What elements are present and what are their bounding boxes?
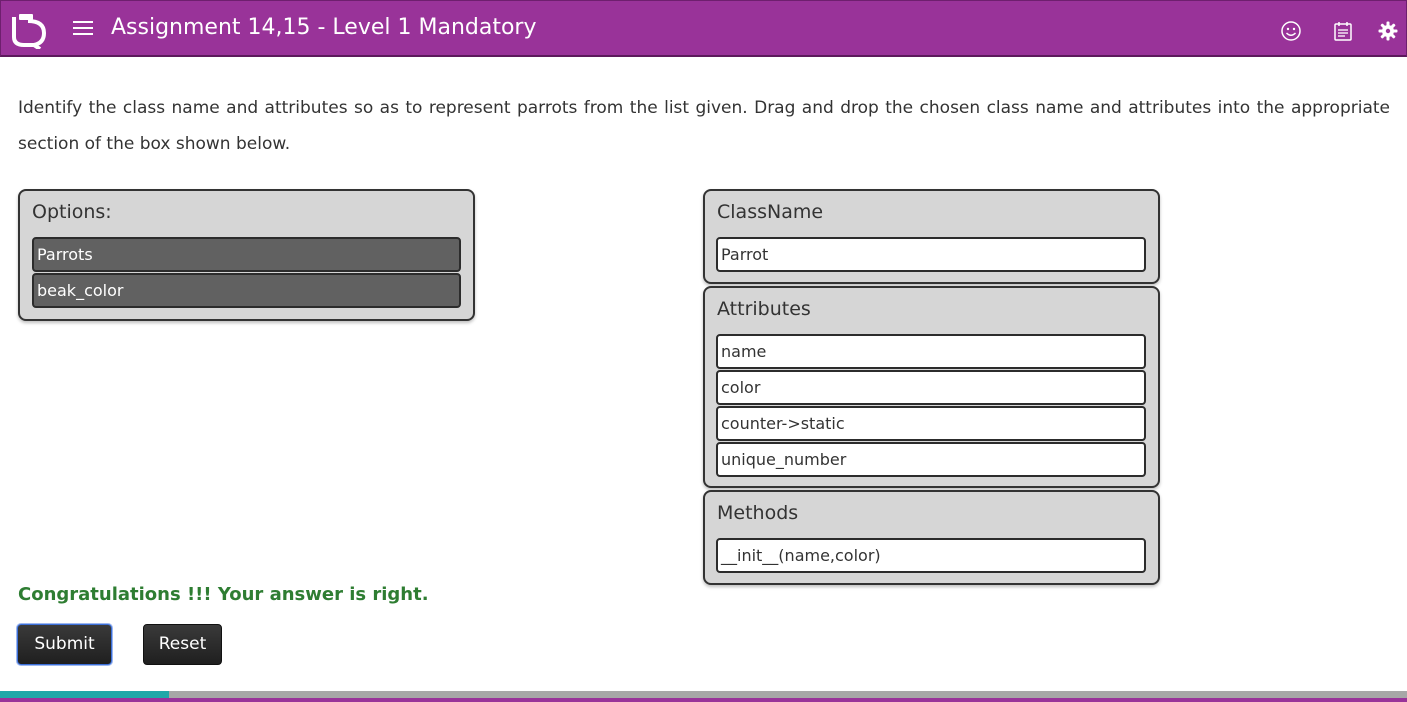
progress-fill	[0, 691, 169, 698]
methods-panel: Methods __init__(name,color)	[703, 490, 1160, 585]
feedback-message: Congratulations !!! Your answer is right…	[18, 584, 429, 605]
menu-icon[interactable]	[73, 21, 93, 37]
method-slot[interactable]: __init__(name,color)	[716, 538, 1146, 573]
attributes-title: Attributes	[717, 298, 811, 320]
submit-button[interactable]: Submit	[17, 624, 112, 665]
options-panel: Options: Parrots beak_color	[18, 189, 475, 321]
methods-title: Methods	[717, 502, 799, 524]
logo-icon[interactable]	[10, 11, 48, 49]
top-bar: Assignment 14,15 - Level 1 Mandatory	[0, 0, 1407, 57]
option-item[interactable]: beak_color	[32, 273, 461, 308]
reset-button[interactable]: Reset	[143, 624, 222, 665]
classname-slot[interactable]: Parrot	[716, 237, 1146, 272]
question-text: Identify the class name and attributes s…	[18, 98, 1390, 154]
classname-title: ClassName	[717, 201, 824, 223]
attribute-slot[interactable]: name	[716, 334, 1146, 369]
page-title: Assignment 14,15 - Level 1 Mandatory	[111, 15, 537, 40]
attribute-slot[interactable]: color	[716, 370, 1146, 405]
settings-gear-icon[interactable]	[1377, 20, 1399, 42]
classname-panel: ClassName Parrot	[703, 189, 1160, 284]
attribute-slot[interactable]: unique_number	[716, 442, 1146, 477]
smiley-icon[interactable]	[1280, 20, 1302, 42]
attribute-slot[interactable]: counter->static	[716, 406, 1146, 441]
bottom-strip	[0, 698, 1407, 702]
attributes-panel: Attributes name color counter->static un…	[703, 286, 1160, 488]
option-item[interactable]: Parrots	[32, 237, 461, 272]
progress-bar	[0, 691, 1407, 698]
options-title: Options:	[32, 201, 112, 223]
notes-icon[interactable]	[1332, 20, 1354, 42]
